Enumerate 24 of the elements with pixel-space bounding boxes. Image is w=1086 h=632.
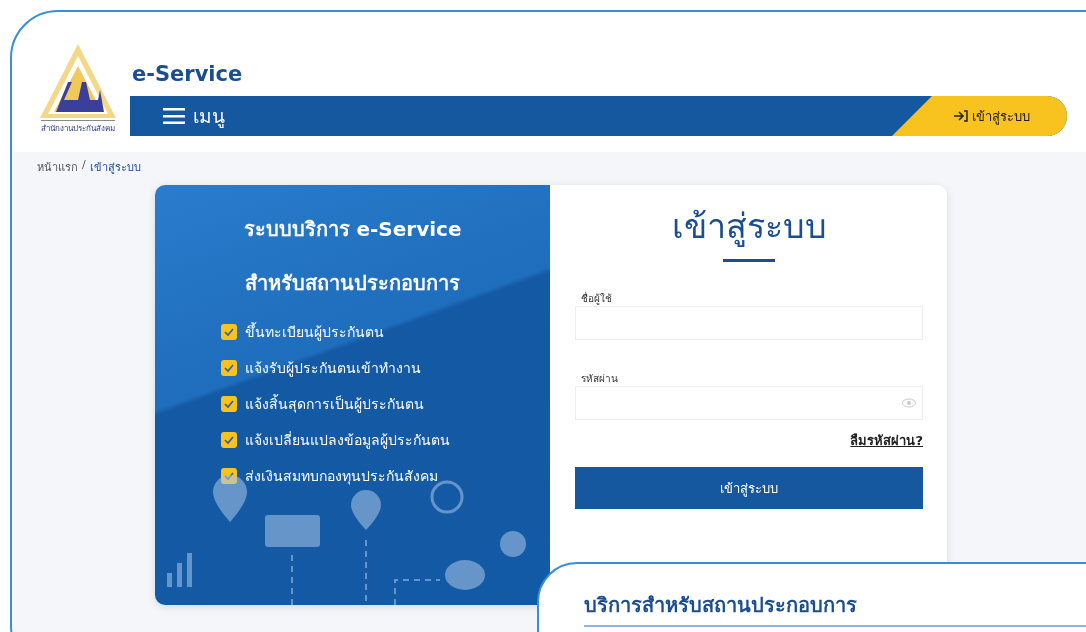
login-button[interactable]: เข้าสู่ระบบ <box>892 96 1067 136</box>
feature-text: แจ้งสิ้นสุดการเป็นผู้ประกันตน <box>245 393 424 415</box>
forgot-password-link[interactable]: ลืมรหัสผ่าน? <box>850 430 923 451</box>
breadcrumb-link[interactable]: เข้าสู่ระบบ <box>89 158 141 176</box>
eye-icon[interactable] <box>902 398 916 408</box>
input-field[interactable] <box>575 386 923 420</box>
services-title: บริการสำหรับสถานประกอบการ <box>584 589 1086 627</box>
field-label: ชื่อผู้ใช้ <box>581 292 612 306</box>
breadcrumb-separator: / <box>82 158 86 173</box>
site-title: e-Service <box>132 62 243 86</box>
field-label: รหัสผ่าน <box>581 372 618 386</box>
feature-text: ขึ้นทะเบียนผู้ประกันตน <box>245 321 384 343</box>
promo-title: ระบบบริการ e-Service <box>243 216 462 243</box>
menu-button[interactable]: เมนู <box>157 96 231 136</box>
feature-text: ส่งเงินสมทบกองทุนประกันสังคม <box>245 467 438 487</box>
login-icon <box>953 110 968 122</box>
feature-text: แจ้งเปลี่ยนแปลงข้อมูลผู้ประกันตน <box>245 430 450 451</box>
login-title: เข้าสู่ระบบ <box>671 205 827 249</box>
feature-text: แจ้งรับผู้ประกันตนเข้าทำงาน <box>245 359 421 379</box>
breadcrumb-link[interactable]: หน้าแรก <box>37 158 78 176</box>
promo-title: สำหรับสถานประกอบการ <box>245 270 460 297</box>
submit-button[interactable]: เข้าสู่ระบบ <box>575 467 923 509</box>
menu-icon <box>163 108 185 124</box>
triangle-logo-icon <box>38 42 118 120</box>
